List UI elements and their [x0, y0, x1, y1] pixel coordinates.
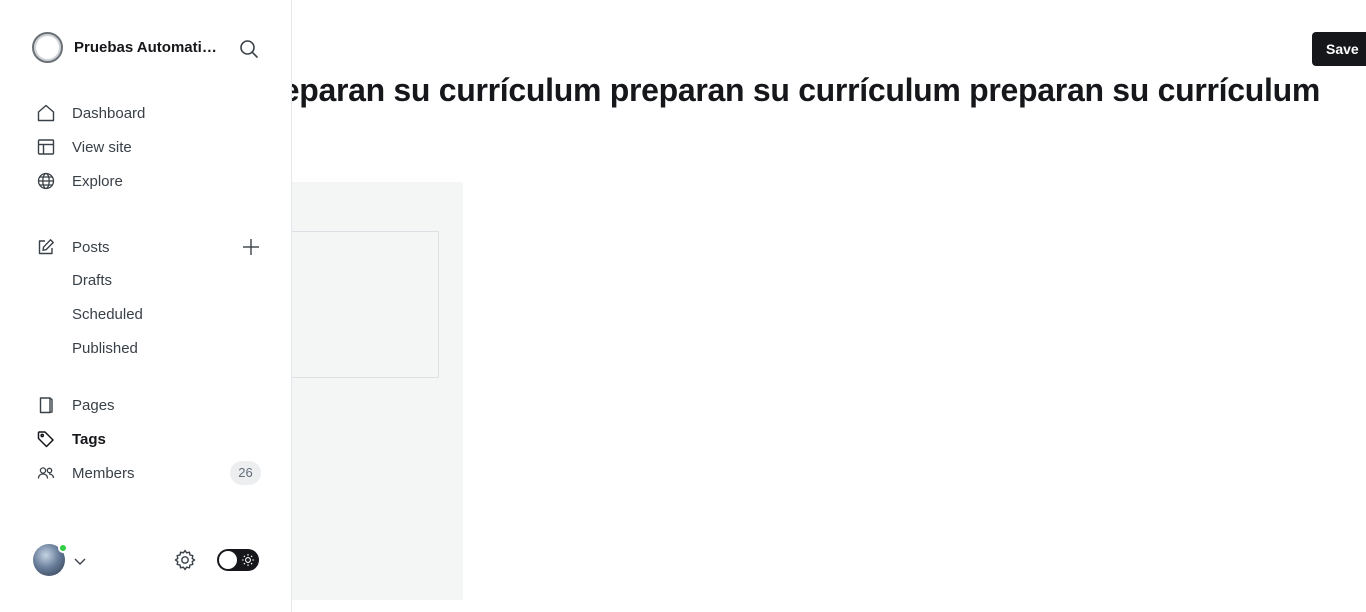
page-icon — [36, 395, 56, 415]
nav-tags[interactable]: Tags — [36, 426, 106, 452]
nav-view-site[interactable]: View site — [36, 134, 132, 160]
nav-view-site-label: View site — [72, 138, 132, 156]
sidebar: Pruebas Automatizadas Dashboard View sit… — [0, 0, 292, 612]
tag-icon — [36, 429, 56, 449]
search-icon[interactable] — [237, 37, 261, 61]
nav-pages[interactable]: Pages — [36, 392, 115, 418]
site-brand[interactable]: Pruebas Automatizadas — [32, 32, 224, 63]
globe-icon — [36, 171, 56, 191]
edit-icon — [36, 237, 56, 257]
nav-posts[interactable]: Posts — [36, 234, 110, 260]
site-name: Pruebas Automatizadas — [74, 39, 224, 56]
nav-explore-label: Explore — [72, 172, 123, 190]
site-logo — [32, 32, 63, 63]
nav-drafts[interactable]: Drafts — [72, 272, 112, 289]
nav-posts-label: Posts — [72, 238, 110, 256]
nav-tags-label: Tags — [72, 430, 106, 448]
online-status-indicator — [58, 543, 68, 553]
nav-explore[interactable]: Explore — [36, 168, 123, 194]
nav-scheduled[interactable]: Scheduled — [72, 306, 143, 323]
home-icon — [36, 103, 56, 123]
sun-icon — [242, 554, 254, 566]
gear-icon[interactable] — [173, 548, 197, 572]
chevron-down-icon[interactable] — [72, 553, 88, 569]
new-post-plus-icon[interactable] — [240, 236, 262, 258]
layout-icon — [36, 137, 56, 157]
members-count-badge: 26 — [230, 461, 261, 485]
nav-dashboard-label: Dashboard — [72, 104, 146, 122]
members-icon — [36, 463, 56, 483]
nav-published[interactable]: Published — [72, 340, 138, 357]
nav-members[interactable]: Members — [36, 460, 135, 486]
nav-pages-label: Pages — [72, 396, 115, 414]
nav-dashboard[interactable]: Dashboard — [36, 100, 145, 126]
nav-members-label: Members — [72, 464, 135, 482]
toggle-knob — [219, 551, 237, 569]
save-button[interactable]: Save — [1312, 32, 1366, 66]
theme-toggle[interactable] — [217, 549, 259, 571]
